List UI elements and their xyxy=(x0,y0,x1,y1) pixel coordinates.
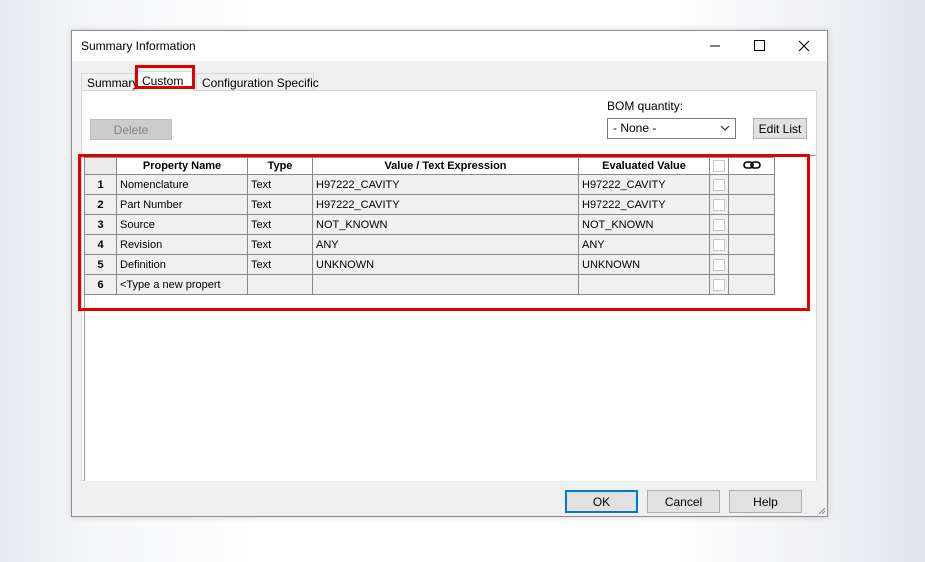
column-header-type[interactable]: Type xyxy=(247,157,313,175)
evaluated-value-cell[interactable]: UNKNOWN xyxy=(578,254,710,275)
resize-grip-icon[interactable] xyxy=(816,505,826,515)
bom-quantity-label: BOM quantity: xyxy=(607,99,684,113)
close-icon xyxy=(798,40,810,52)
type-cell[interactable]: Text xyxy=(247,194,313,215)
minimize-icon xyxy=(710,45,720,47)
tab-custom[interactable]: Custom xyxy=(136,71,194,91)
type-cell[interactable]: Text xyxy=(247,254,313,275)
table-row[interactable]: 1 Nomenclature Text H97222_CAVITY H97222_CAV… xyxy=(84,174,775,195)
value-expression-cell[interactable]: H97222_CAVITY xyxy=(312,174,579,195)
value-expression-cell[interactable]: ANY xyxy=(312,234,579,255)
corner-cell[interactable] xyxy=(84,157,117,175)
link-cell xyxy=(728,254,775,275)
link-cell xyxy=(728,194,775,215)
table-header-row: Property Name Type Value / Text Expressi… xyxy=(84,157,775,175)
title-bar[interactable]: Summary Information xyxy=(72,31,827,61)
type-cell[interactable]: Text xyxy=(247,234,313,255)
evaluated-value-cell[interactable]: H97222_CAVITY xyxy=(578,174,710,195)
row-checkbox[interactable] xyxy=(713,198,725,211)
value-expression-cell[interactable]: H97222_CAVITY xyxy=(312,194,579,215)
row-number-cell[interactable]: 5 xyxy=(84,254,117,275)
chevron-down-icon xyxy=(720,125,730,131)
tab-configuration-specific[interactable]: Configuration Specific xyxy=(196,73,319,90)
property-name-cell[interactable]: Definition xyxy=(116,254,248,275)
type-cell[interactable] xyxy=(247,274,313,295)
type-cell[interactable]: Text xyxy=(247,214,313,235)
link-cell xyxy=(728,234,775,255)
property-name-cell[interactable]: Part Number xyxy=(116,194,248,215)
type-cell[interactable]: Text xyxy=(247,174,313,195)
link-cell xyxy=(728,274,775,295)
bom-quantity-value: - None - xyxy=(613,121,657,135)
checkbox-cell[interactable] xyxy=(709,214,729,235)
evaluated-value-cell[interactable] xyxy=(578,274,710,295)
value-expression-cell[interactable] xyxy=(312,274,579,295)
column-header-link xyxy=(728,157,775,175)
value-expression-cell[interactable]: NOT_KNOWN xyxy=(312,214,579,235)
window-title: Summary Information xyxy=(81,39,196,53)
row-checkbox[interactable] xyxy=(713,278,725,291)
row-number-cell[interactable]: 3 xyxy=(84,214,117,235)
minimize-button[interactable] xyxy=(693,31,738,61)
link-cell xyxy=(728,174,775,195)
maximize-button[interactable] xyxy=(737,31,782,61)
link-icon xyxy=(742,160,761,169)
checkbox-cell[interactable] xyxy=(709,174,729,195)
column-header-checkbox[interactable] xyxy=(709,157,729,175)
row-number-cell[interactable]: 1 xyxy=(84,174,117,195)
bom-quantity-select[interactable]: - None - xyxy=(607,118,736,139)
ok-button[interactable]: OK xyxy=(565,490,638,513)
table-row[interactable]: 2 Part Number Text H97222_CAVITY H97222_CAVI… xyxy=(84,194,775,215)
evaluated-value-cell[interactable]: NOT_KNOWN xyxy=(578,214,710,235)
row-checkbox[interactable] xyxy=(713,258,725,271)
summary-information-dialog: Summary Information Summary Custom Confi… xyxy=(71,30,828,517)
table-row[interactable]: 5 Definition Text UNKNOWN UNKNOWN xyxy=(84,254,775,275)
property-name-cell[interactable]: <Type a new propert xyxy=(116,274,248,295)
column-header-property-name[interactable]: Property Name xyxy=(116,157,248,175)
row-checkbox[interactable] xyxy=(713,218,725,231)
row-checkbox[interactable] xyxy=(713,238,725,251)
row-number-cell[interactable]: 2 xyxy=(84,194,117,215)
table-row[interactable]: 3 Source Text NOT_KNOWN NOT_KNOWN xyxy=(84,214,775,235)
custom-properties-panel: Delete BOM quantity: - None - Edit List … xyxy=(78,90,817,481)
property-name-cell[interactable]: Revision xyxy=(116,234,248,255)
maximize-icon xyxy=(754,40,765,51)
table-row[interactable]: 4 Revision Text ANY ANY xyxy=(84,234,775,255)
column-header-evaluated-value[interactable]: Evaluated Value xyxy=(578,157,710,175)
checkbox-cell[interactable] xyxy=(709,234,729,255)
evaluated-value-cell[interactable]: H97222_CAVITY xyxy=(578,194,710,215)
property-name-cell[interactable]: Nomenclature xyxy=(116,174,248,195)
delete-button[interactable]: Delete xyxy=(90,119,172,140)
tab-summary[interactable]: Summary xyxy=(81,73,138,90)
edit-list-button[interactable]: Edit List xyxy=(753,118,807,139)
checkbox-cell[interactable] xyxy=(709,194,729,215)
row-checkbox[interactable] xyxy=(713,178,725,191)
help-button[interactable]: Help xyxy=(729,490,802,513)
cancel-button[interactable]: Cancel xyxy=(647,490,720,513)
properties-table: Property Name Type Value / Text Expressi… xyxy=(84,157,775,295)
checkbox-cell[interactable] xyxy=(709,274,729,295)
column-header-value[interactable]: Value / Text Expression xyxy=(312,157,579,175)
evaluated-value-cell[interactable]: ANY xyxy=(578,234,710,255)
table-row[interactable]: 6 <Type a new propert xyxy=(84,274,775,295)
value-expression-cell[interactable]: UNKNOWN xyxy=(312,254,579,275)
row-number-cell[interactable]: 4 xyxy=(84,234,117,255)
close-button[interactable] xyxy=(782,31,827,61)
property-name-cell[interactable]: Source xyxy=(116,214,248,235)
link-cell xyxy=(728,214,775,235)
header-checkbox[interactable] xyxy=(713,160,725,173)
row-number-cell[interactable]: 6 xyxy=(84,274,117,295)
checkbox-cell[interactable] xyxy=(709,254,729,275)
